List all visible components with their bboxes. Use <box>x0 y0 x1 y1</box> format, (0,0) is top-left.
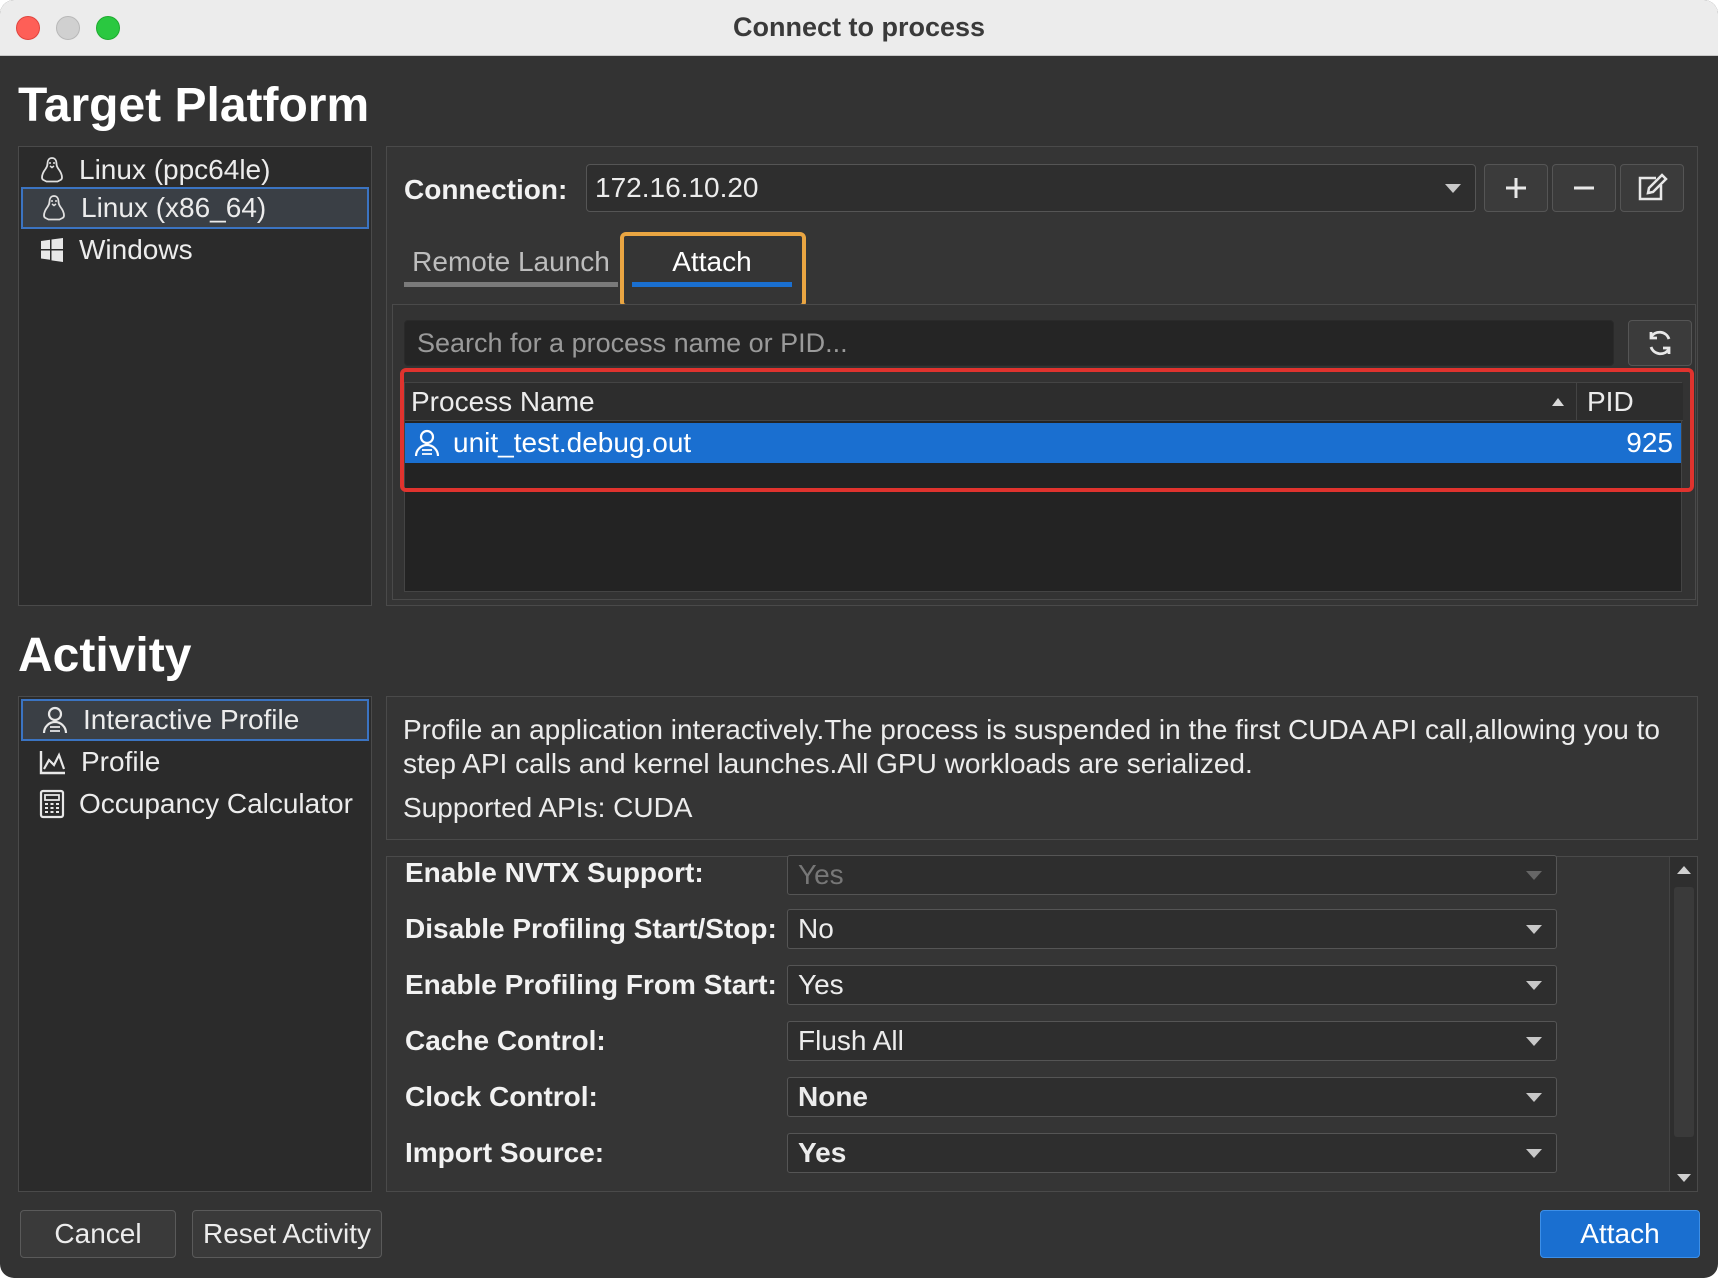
windows-icon <box>41 238 63 262</box>
chevron-down-icon <box>1526 1093 1542 1102</box>
reset-activity-button[interactable]: Reset Activity <box>192 1210 382 1258</box>
add-icon <box>1506 178 1526 198</box>
attach-button[interactable]: Attach <box>1540 1210 1700 1258</box>
setting-combo-disable-start-stop[interactable]: No <box>787 909 1557 949</box>
attach-tab-highlight <box>620 232 806 308</box>
activity-item-label: Interactive Profile <box>83 704 300 735</box>
setting-combo-cache-control[interactable]: Flush All <box>787 1021 1557 1061</box>
calculator-icon <box>39 789 65 819</box>
setting-label-profile-from-start: Enable Profiling From Start: <box>405 969 777 1000</box>
chevron-down-icon <box>1526 871 1542 880</box>
setting-value: Flush All <box>798 1025 904 1056</box>
setting-combo-clock-control[interactable]: None <box>787 1077 1557 1117</box>
supported-apis: Supported APIs: CUDA <box>403 792 693 823</box>
setting-value: Yes <box>798 1137 847 1168</box>
setting-label-import-source: Import Source: <box>405 1137 605 1168</box>
activity-settings-panel: Enable NVTX Support: Yes Disable Profili… <box>386 855 1698 1192</box>
setting-value: None <box>798 1081 868 1112</box>
window-title: Connect to process <box>732 12 986 42</box>
connection-label: Connection: <box>404 174 568 205</box>
platform-item-windows[interactable]: Windows <box>21 229 369 271</box>
activity-description: Profile an application interactively.The… <box>403 714 1661 779</box>
remove-icon <box>1574 186 1594 190</box>
settings-scrollbar[interactable] <box>1669 857 1697 1191</box>
tab-remote-launch[interactable]: Remote Launch <box>404 242 618 282</box>
platform-item-linux-x86-64[interactable]: Linux (x86_64) <box>21 187 369 229</box>
refresh-button[interactable] <box>1628 320 1692 366</box>
activity-item-label: Occupancy Calculator <box>79 788 353 819</box>
activity-item-interactive-profile[interactable]: Interactive Profile <box>21 699 369 741</box>
setting-label-disable-start-stop: Disable Profiling Start/Stop: <box>405 913 777 944</box>
target-platform-heading: Target Platform <box>18 79 370 132</box>
activity-item-label: Profile <box>81 746 161 777</box>
activity-description-panel: Profile an application interactively.The… <box>386 696 1698 840</box>
user-profile-icon <box>42 706 68 734</box>
platform-item-label: Windows <box>79 234 193 265</box>
platform-list: Linux (ppc64le) Linux (x86_64) Windows <box>18 146 372 606</box>
chevron-down-icon <box>1526 1037 1542 1046</box>
setting-value: Yes <box>798 969 844 1000</box>
linux-icon <box>43 195 65 221</box>
cancel-button[interactable]: Cancel <box>20 1210 176 1258</box>
setting-combo-profile-from-start[interactable]: Yes <box>787 965 1557 1005</box>
setting-value: Yes <box>798 859 844 890</box>
linux-icon <box>41 157 63 183</box>
activity-item-occupancy-calculator[interactable]: Occupancy Calculator <box>21 783 369 825</box>
chart-icon <box>39 751 66 775</box>
connect-dialog: Connect to process Target Platform Linux… <box>0 0 1718 1278</box>
refresh-icon <box>1649 330 1671 356</box>
process-table-highlight <box>400 368 1694 492</box>
setting-label-cache-control: Cache Control: <box>405 1025 606 1056</box>
chevron-down-icon <box>1526 925 1542 934</box>
setting-combo-nvtx: Yes <box>787 855 1557 895</box>
connection-combo[interactable]: 172.16.10.20 <box>586 164 1476 212</box>
scroll-down-icon[interactable] <box>1676 1173 1692 1183</box>
setting-value: No <box>798 913 834 944</box>
chevron-down-icon <box>1445 184 1461 193</box>
process-search-input[interactable]: Search for a process name or PID... <box>404 320 1614 366</box>
tab-remote-launch-underline <box>404 282 618 287</box>
setting-label-nvtx: Enable NVTX Support: <box>405 857 704 888</box>
edit-connection-button[interactable] <box>1620 164 1684 212</box>
platform-item-label: Linux (x86_64) <box>81 192 267 223</box>
add-connection-button[interactable] <box>1484 164 1548 212</box>
setting-label-clock-control: Clock Control: <box>405 1081 598 1112</box>
activity-heading: Activity <box>18 629 192 682</box>
activity-item-profile[interactable]: Profile <box>21 741 369 783</box>
activity-list: Interactive Profile Profile Occupancy Ca… <box>18 696 372 1192</box>
remove-connection-button[interactable] <box>1552 164 1616 212</box>
scroll-up-icon[interactable] <box>1676 865 1692 875</box>
platform-item-label: Linux (ppc64le) <box>79 154 271 185</box>
platform-item-linux-ppc64le[interactable]: Linux (ppc64le) <box>21 149 369 191</box>
edit-icon <box>1638 173 1668 201</box>
chevron-down-icon <box>1526 1149 1542 1158</box>
connection-value: 172.16.10.20 <box>595 172 759 203</box>
title-bar: Connect to process <box>0 0 1718 56</box>
scroll-thumb[interactable] <box>1674 887 1694 1137</box>
chevron-down-icon <box>1526 981 1542 990</box>
setting-combo-import-source[interactable]: Yes <box>787 1133 1557 1173</box>
